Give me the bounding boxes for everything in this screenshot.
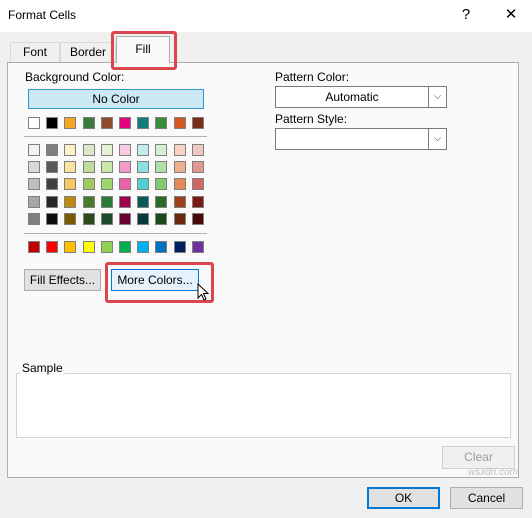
mouse-cursor-icon (197, 283, 210, 301)
color-swatch[interactable] (28, 144, 40, 156)
ok-button[interactable]: OK (367, 487, 440, 509)
color-swatch[interactable] (155, 161, 168, 174)
color-swatch[interactable] (28, 178, 40, 191)
cancel-button[interactable]: Cancel (450, 487, 523, 509)
color-swatch[interactable] (64, 178, 77, 191)
color-swatch[interactable] (155, 241, 168, 253)
color-swatch[interactable] (119, 144, 131, 156)
color-swatch[interactable] (82, 117, 95, 129)
color-swatch[interactable] (46, 117, 59, 129)
color-swatch[interactable] (82, 241, 95, 253)
color-swatch[interactable] (119, 117, 131, 129)
sample-preview (16, 373, 511, 438)
tab-font[interactable]: Font (10, 42, 60, 63)
color-swatch[interactable] (46, 161, 59, 174)
color-swatch[interactable] (119, 212, 131, 225)
color-swatch[interactable] (155, 144, 168, 156)
no-color-button[interactable]: No Color (28, 89, 204, 109)
color-swatch[interactable] (46, 144, 59, 156)
pattern-style-label: Pattern Style: (275, 112, 348, 126)
palette-divider (24, 136, 207, 137)
color-swatch[interactable] (191, 241, 204, 253)
color-swatch[interactable] (137, 161, 150, 174)
color-swatch[interactable] (64, 161, 77, 174)
color-swatch[interactable] (28, 195, 40, 208)
color-swatch[interactable] (46, 241, 59, 253)
color-swatch[interactable] (173, 161, 186, 174)
swatch-grid-theme (28, 144, 218, 228)
close-button[interactable]: ✕ (500, 4, 522, 26)
color-swatch[interactable] (82, 212, 95, 225)
color-swatch[interactable] (191, 117, 204, 129)
color-swatch[interactable] (82, 144, 95, 156)
watermark: wsxdn.com (468, 467, 519, 478)
color-swatch[interactable] (46, 195, 59, 208)
color-swatch[interactable] (137, 195, 150, 208)
clear-button[interactable]: Clear (442, 446, 515, 469)
background-color-label: Background Color: (25, 70, 125, 84)
color-swatch[interactable] (46, 178, 59, 191)
color-swatch[interactable] (82, 161, 95, 174)
color-swatch[interactable] (28, 117, 40, 129)
color-swatch[interactable] (173, 178, 186, 191)
color-swatch[interactable] (155, 178, 168, 191)
color-swatch[interactable] (137, 144, 150, 156)
swatch-row-standard (28, 241, 218, 255)
color-swatch[interactable] (100, 241, 113, 253)
color-swatch[interactable] (173, 241, 186, 253)
color-swatch[interactable] (100, 178, 113, 191)
help-button[interactable]: ? (456, 4, 476, 26)
color-swatch[interactable] (191, 178, 204, 191)
color-swatch[interactable] (46, 212, 59, 225)
pattern-color-label: Pattern Color: (275, 70, 350, 84)
tab-border[interactable]: Border (60, 42, 116, 63)
color-swatch[interactable] (155, 212, 168, 225)
color-swatch[interactable] (173, 195, 186, 208)
palette-divider (24, 233, 207, 234)
color-swatch[interactable] (173, 212, 186, 225)
color-swatch[interactable] (191, 195, 204, 208)
color-swatch[interactable] (191, 144, 204, 156)
color-swatch[interactable] (119, 161, 131, 174)
pattern-style-dropdown[interactable]: ⌵ (275, 128, 447, 150)
color-swatch[interactable] (119, 241, 131, 253)
color-swatch[interactable] (173, 117, 186, 129)
sample-label: Sample (20, 361, 65, 375)
color-swatch[interactable] (64, 144, 77, 156)
color-swatch[interactable] (100, 195, 113, 208)
color-swatch[interactable] (137, 117, 150, 129)
color-swatch[interactable] (137, 241, 150, 253)
color-swatch[interactable] (100, 144, 113, 156)
title-bar (0, 0, 532, 32)
dialog-title: Format Cells (8, 8, 77, 22)
color-swatch[interactable] (28, 212, 40, 225)
color-swatch[interactable] (137, 178, 150, 191)
chevron-down-icon: ⌵ (428, 87, 446, 107)
color-swatch[interactable] (28, 241, 40, 253)
color-swatch[interactable] (155, 117, 168, 129)
pattern-color-value: Automatic (325, 90, 379, 104)
pattern-color-dropdown[interactable]: Automatic ⌵ (275, 86, 447, 108)
color-swatch[interactable] (119, 178, 131, 191)
color-swatch[interactable] (64, 212, 77, 225)
color-swatch[interactable] (155, 195, 168, 208)
chevron-down-icon: ⌵ (428, 129, 446, 149)
color-swatch[interactable] (191, 212, 204, 225)
fill-effects-button[interactable]: Fill Effects... (24, 269, 101, 291)
color-swatch[interactable] (173, 144, 186, 156)
color-swatch[interactable] (137, 212, 150, 225)
color-swatch[interactable] (82, 178, 95, 191)
color-swatch[interactable] (28, 161, 40, 174)
color-swatch[interactable] (100, 161, 113, 174)
color-swatch[interactable] (64, 241, 77, 253)
color-swatch[interactable] (100, 117, 113, 129)
color-swatch[interactable] (119, 195, 131, 208)
color-swatch[interactable] (82, 195, 95, 208)
fill-tab-highlight (111, 31, 177, 70)
swatch-row-top (28, 117, 218, 131)
color-swatch[interactable] (64, 195, 77, 208)
color-swatch[interactable] (191, 161, 204, 174)
color-swatch[interactable] (64, 117, 77, 129)
color-swatch[interactable] (100, 212, 113, 225)
